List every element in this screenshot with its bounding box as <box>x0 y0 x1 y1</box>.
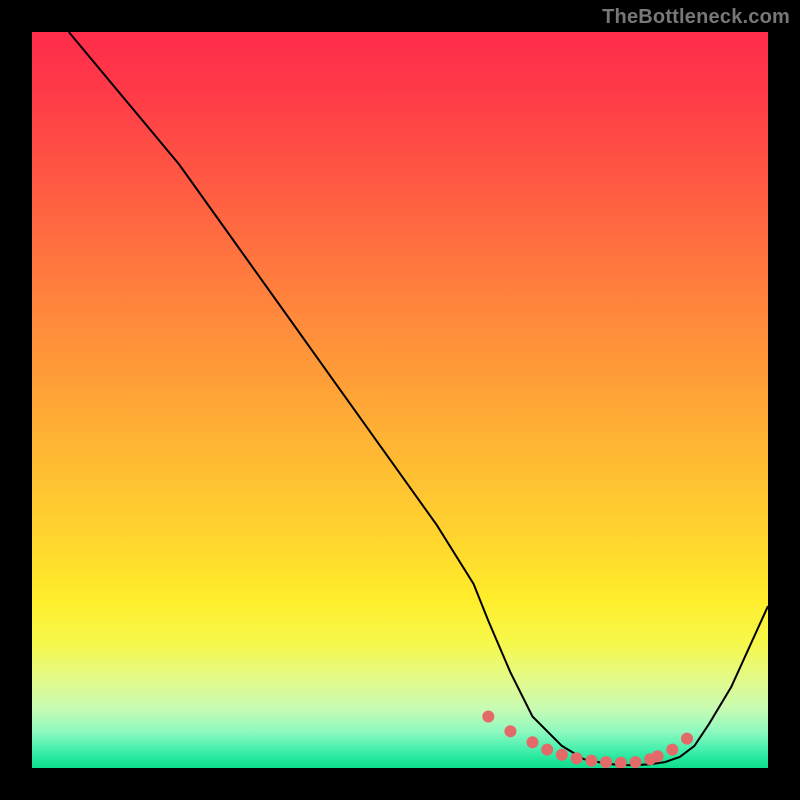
curve-layer <box>32 32 768 768</box>
plot-area <box>32 32 768 768</box>
highlight-dots <box>482 711 693 769</box>
watermark-text: TheBottleneck.com <box>602 6 790 29</box>
chart-stage: TheBottleneck.com <box>0 0 800 800</box>
bottleneck-curve <box>69 32 768 765</box>
